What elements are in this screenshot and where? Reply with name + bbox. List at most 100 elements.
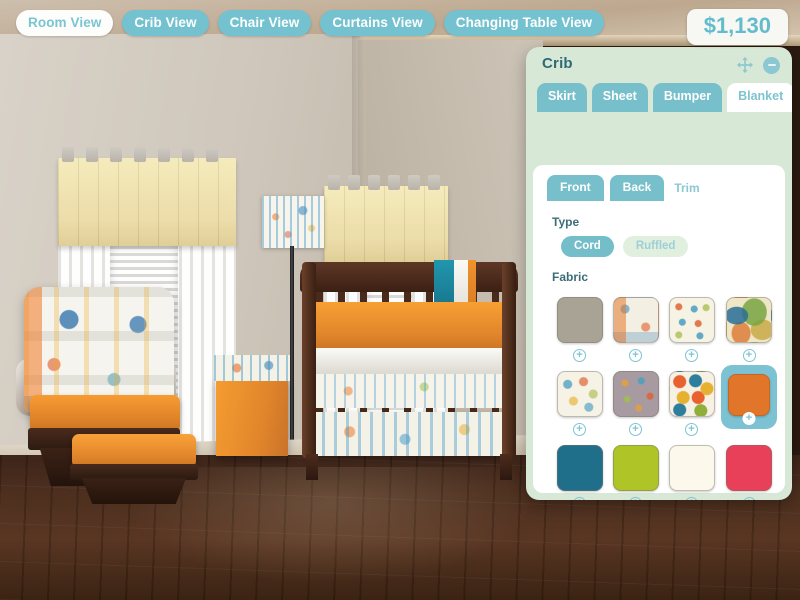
view-tab-changing-table[interactable]: Changing Table View [443, 10, 605, 36]
fabric-swatch-patchwork[interactable] [610, 294, 662, 346]
fabric-swatch-solid-orange[interactable]: + [721, 365, 777, 429]
plus-icon: + [688, 423, 695, 435]
swatch-add-badge[interactable]: + [573, 349, 586, 362]
fabric-swatch-solid-cream[interactable] [666, 442, 718, 494]
swatch-thumb [668, 297, 715, 343]
type-label: Type [552, 215, 580, 229]
crib-post-left [302, 262, 316, 458]
swatch-thumb [726, 297, 772, 343]
plus-icon: + [632, 423, 639, 435]
type-option-cord[interactable]: Cord [561, 236, 614, 257]
fabric-swatch-woodland-stripe[interactable] [554, 294, 606, 346]
plus-icon: + [688, 349, 695, 361]
panel-title: Crib [542, 55, 573, 72]
app-root: Room View Crib View Chair View Curtains … [0, 0, 800, 600]
fabric-swatch-cell: + [553, 291, 606, 363]
fabric-swatch-building-blocks[interactable] [554, 368, 606, 420]
move-icon[interactable] [736, 56, 754, 74]
swatch-add-badge[interactable]: + [685, 423, 698, 436]
swatch-thumb [668, 371, 715, 417]
plus-icon: + [745, 412, 753, 424]
panel-header: Crib [526, 47, 792, 83]
valance-tabs-left [62, 147, 232, 162]
swatch-add-badge[interactable]: + [629, 349, 642, 362]
tab-skirt[interactable]: Skirt [537, 83, 587, 112]
valance-left [58, 147, 236, 246]
plus-icon: + [576, 498, 582, 501]
ottoman-legs [81, 478, 187, 504]
valance-right [324, 175, 448, 262]
plus-icon: + [576, 349, 583, 361]
plus-icon: + [688, 498, 694, 501]
plus-icon: + [746, 498, 752, 501]
swatch-thumb [556, 445, 603, 491]
swatch-add-badge[interactable]: + [742, 412, 756, 425]
fabric-swatch-cell: + [721, 365, 777, 437]
floor-lamp-shade [262, 196, 324, 248]
crib-config-panel: Crib Skirt Sheet Bumper Blanket Front Ba… [526, 47, 792, 500]
view-tab-room[interactable]: Room View [16, 10, 114, 36]
panel-sub-tabs: Front Back Trim [547, 175, 785, 202]
fabric-swatch-solid-green[interactable] [610, 442, 662, 494]
minimize-button[interactable] [763, 56, 780, 74]
ottoman-frame [70, 464, 198, 480]
view-tab-chair[interactable]: Chair View [217, 10, 312, 36]
fabric-swatch-cell: + [609, 291, 662, 363]
swatch-add-badge[interactable]: + [742, 349, 756, 362]
subtab-front[interactable]: Front [547, 175, 604, 201]
fabric-swatch-confetti-grey[interactable] [610, 368, 662, 420]
plus-icon: + [632, 349, 639, 361]
swatch-add-badge[interactable]: + [573, 497, 586, 500]
subtab-trim[interactable]: Trim [670, 175, 703, 202]
plus-icon: + [576, 423, 583, 435]
crib-headboard [300, 262, 518, 292]
plus-icon: + [745, 349, 753, 361]
swatch-add-badge[interactable]: + [629, 423, 642, 436]
swatch-thumb [612, 297, 659, 343]
minimize-icon [767, 64, 776, 66]
tab-sheet[interactable]: Sheet [591, 83, 648, 112]
crib-post-right [502, 262, 516, 458]
panel-body: Front Back Trim Type Cord Ruffled Fabric… [533, 165, 785, 500]
swatch-thumb [612, 371, 659, 417]
valance-tabs-right [328, 175, 444, 190]
swatch-thumb [726, 445, 772, 491]
crib-legs [304, 454, 514, 480]
fabric-swatch-cell: + [553, 365, 606, 437]
subtab-back[interactable]: Back [609, 175, 665, 201]
tab-bumper[interactable]: Bumper [652, 83, 723, 112]
hamper-liner [214, 355, 290, 381]
crib-sheet [314, 348, 504, 374]
fabric-swatch-solid-red[interactable] [723, 442, 775, 494]
chair-back-cushion [24, 287, 174, 412]
fabric-swatch-treetops[interactable] [723, 294, 775, 346]
panel-main-tabs: Skirt Sheet Bumper Blanket [526, 83, 792, 112]
swatch-add-badge[interactable]: + [685, 497, 698, 500]
panel-header-controls [736, 56, 780, 74]
ottoman-cushion [72, 434, 196, 468]
fabric-swatch-cell: + [721, 439, 777, 500]
fabric-swatch-honeycomb[interactable] [666, 368, 718, 420]
swatch-add-badge[interactable]: + [742, 497, 756, 501]
type-option-ruffled[interactable]: Ruffled [622, 236, 689, 257]
view-tab-crib[interactable]: Crib View [122, 10, 209, 36]
crib-bumper [314, 302, 504, 348]
swatch-thumb [728, 373, 770, 416]
crib-skirt-upper [314, 374, 504, 408]
swatch-add-badge[interactable]: + [629, 497, 642, 500]
fabric-label: Fabric [552, 270, 589, 284]
crib-skirt [310, 412, 508, 456]
swatch-add-badge[interactable]: + [685, 349, 698, 362]
fabric-swatch-cell: + [721, 291, 777, 363]
fabric-swatch-solid-teal[interactable] [554, 442, 606, 494]
swatch-thumb [668, 445, 715, 491]
fabric-swatch-animal-parade[interactable] [666, 294, 718, 346]
fabric-swatch-cell: + [609, 365, 662, 437]
view-tab-curtains[interactable]: Curtains View [320, 10, 435, 36]
tab-blanket[interactable]: Blanket [727, 83, 792, 112]
plus-icon: + [632, 498, 638, 501]
swatch-add-badge[interactable]: + [573, 423, 586, 436]
fabric-swatch-cell: + [609, 439, 662, 500]
fabric-swatch-cell: + [553, 439, 606, 500]
swatch-thumb [612, 445, 659, 491]
